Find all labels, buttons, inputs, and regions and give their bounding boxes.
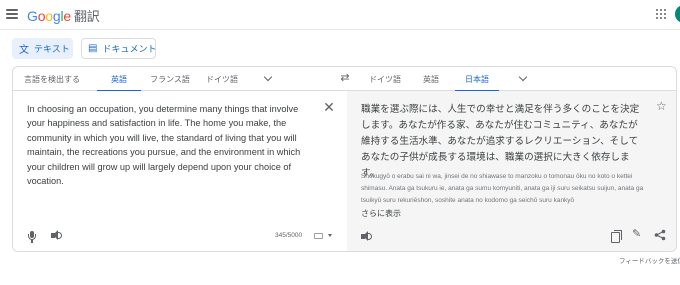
speaker-icon[interactable] xyxy=(51,230,63,241)
translation-card: 言語を検出する 英語 フランス語 ドイツ語 ⇄ ドイツ語 英語 日本語 In c… xyxy=(12,66,677,252)
tab-detect-language[interactable]: 言語を検出する xyxy=(17,67,87,91)
keyboard-icon[interactable] xyxy=(314,233,323,239)
tab-target-english[interactable]: 英語 xyxy=(413,67,449,91)
product-name: 翻訳 xyxy=(74,9,100,24)
document-icon: ▤ xyxy=(88,43,98,54)
target-pane: 職業を選ぶ際には、人生での幸せと満足を伴う多くのことを決定します。あなたが作る家… xyxy=(347,91,676,251)
tab-source-german[interactable]: ドイツ語 xyxy=(199,67,245,91)
source-text-input[interactable]: In choosing an occupation, you determine… xyxy=(27,102,317,188)
translate-icon: 文 xyxy=(19,45,29,56)
document-mode-button[interactable]: ▤ ドキュメント xyxy=(81,38,156,59)
topbar-divider xyxy=(0,29,680,30)
logo-text: Google xyxy=(27,8,71,24)
feedback-link[interactable]: フィードバックを送信 xyxy=(619,255,680,265)
pencil-icon[interactable]: ✎ xyxy=(632,228,641,240)
avatar[interactable] xyxy=(675,5,680,23)
tab-source-french[interactable]: フランス語 xyxy=(141,67,199,91)
document-mode-label: ドキュメント xyxy=(102,44,157,54)
tab-target-japanese[interactable]: 日本語 xyxy=(455,67,499,92)
top-bar: Google 翻訳 xyxy=(0,0,680,30)
text-mode-label: テキスト xyxy=(34,44,70,54)
target-text: 職業を選ぶ際には、人生での幸せと満足を伴う多くのことを決定します。あなたが作る家… xyxy=(361,104,640,179)
source-pane: In choosing an occupation, you determine… xyxy=(13,91,347,251)
speaker-icon[interactable] xyxy=(361,231,373,242)
char-count: 345/5000 xyxy=(275,232,303,239)
chevron-down-icon[interactable] xyxy=(263,73,273,83)
swap-icon[interactable]: ⇄ xyxy=(338,72,352,85)
tab-target-german[interactable]: ドイツ語 xyxy=(363,67,407,91)
tab-source-english[interactable]: 英語 xyxy=(97,67,141,92)
romanization-text: Shokugyō o erabu sai ni wa, jinsei de no… xyxy=(361,173,644,204)
menu-icon[interactable] xyxy=(6,9,18,19)
close-icon[interactable]: ✕ xyxy=(323,100,335,114)
language-bar: 言語を検出する 英語 フランス語 ドイツ語 ⇄ ドイツ語 英語 日本語 xyxy=(13,67,676,92)
chevron-down-icon[interactable] xyxy=(328,234,332,237)
google-translate-logo[interactable]: Google 翻訳 xyxy=(27,6,100,25)
copy-icon[interactable] xyxy=(611,230,622,243)
share-icon[interactable] xyxy=(654,229,666,241)
apps-icon[interactable] xyxy=(656,9,666,19)
show-more-link[interactable]: さらに表示 xyxy=(361,208,401,219)
star-icon[interactable]: ☆ xyxy=(656,100,667,112)
chevron-down-icon[interactable] xyxy=(518,73,528,83)
mic-icon[interactable] xyxy=(27,230,37,243)
text-mode-button[interactable]: 文 テキスト xyxy=(12,38,73,59)
